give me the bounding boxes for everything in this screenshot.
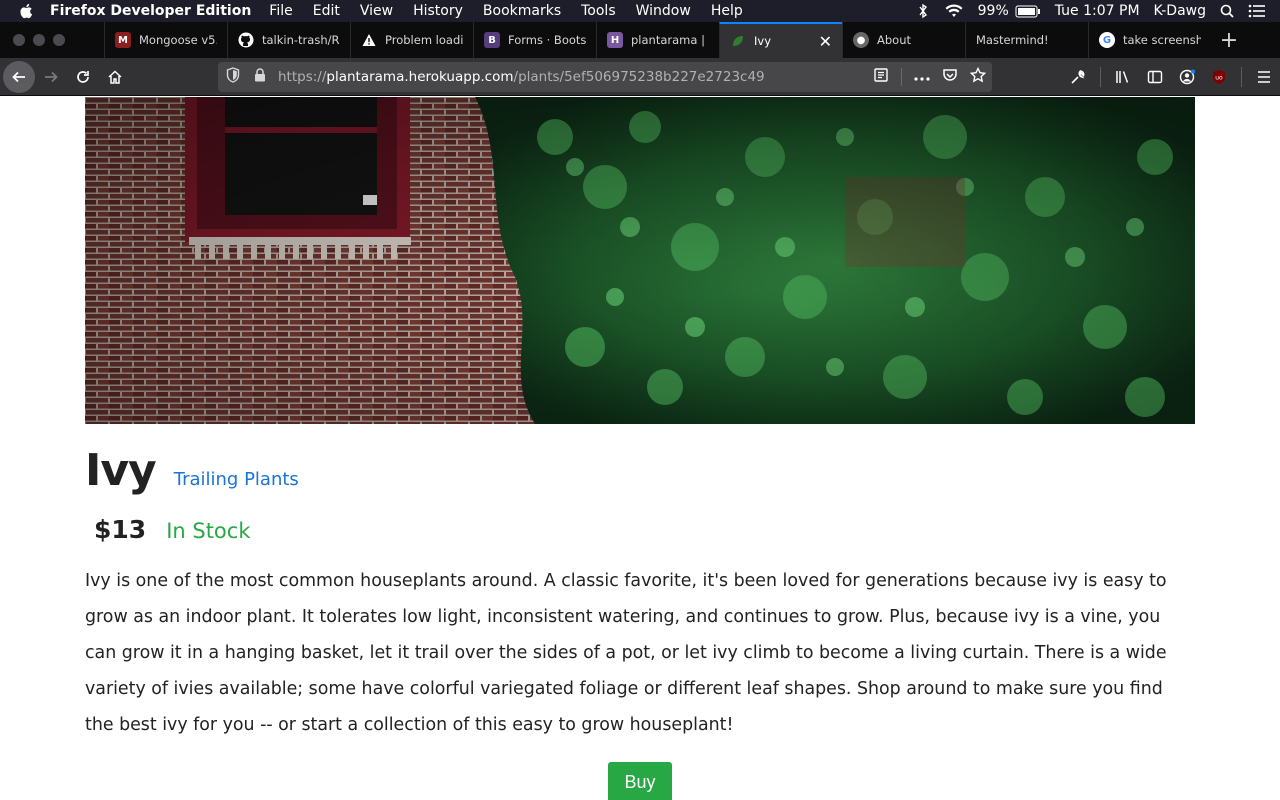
divider xyxy=(1100,67,1101,87)
window-controls xyxy=(0,22,104,58)
hamburger-menu-icon[interactable] xyxy=(1248,70,1280,84)
plant-price: $13 xyxy=(94,515,147,544)
wifi-icon[interactable] xyxy=(944,4,964,18)
bootstrap-icon: B xyxy=(484,32,500,48)
url-host: plantarama.herokuapp.com xyxy=(326,69,514,85)
tab-ivy[interactable]: Ivy ✕ xyxy=(719,22,842,58)
zoom-window-button[interactable] xyxy=(53,34,65,46)
battery-icon[interactable] xyxy=(1015,5,1041,18)
home-button[interactable] xyxy=(99,61,131,93)
menu-file[interactable]: File xyxy=(269,3,292,19)
minimize-window-button[interactable] xyxy=(33,34,45,46)
tab-github[interactable]: talkin-trash/RE xyxy=(227,22,350,58)
divider xyxy=(1241,67,1242,87)
developer-tools-wrench-icon[interactable] xyxy=(1062,69,1094,85)
mongoose-icon: M xyxy=(115,32,131,48)
raccoon-icon: ● xyxy=(853,32,869,48)
navigation-toolbar: https://plantarama.herokuapp.com/plants/… xyxy=(0,58,1280,96)
tab-label: Ivy xyxy=(754,34,772,48)
tracking-protection-shield-icon[interactable] xyxy=(226,67,244,87)
notification-center-icon[interactable] xyxy=(1248,4,1266,18)
price-row: $13 In Stock xyxy=(94,515,251,544)
menu-tools[interactable]: Tools xyxy=(581,3,616,19)
tab-bootstrap-forms[interactable]: B Forms · Bootstr xyxy=(473,22,596,58)
tab-label: Forms · Bootstr xyxy=(508,33,586,47)
plant-title-row: Ivy Trailing Plants xyxy=(85,445,299,496)
google-icon: G xyxy=(1099,32,1115,48)
divider xyxy=(901,68,902,86)
warning-icon xyxy=(361,32,377,48)
tab-heroku[interactable]: H plantarama | He xyxy=(596,22,719,58)
tab-google-search[interactable]: G take screensho xyxy=(1088,22,1211,58)
sidebar-toggle-icon[interactable] xyxy=(1139,69,1171,85)
buy-button[interactable]: Buy xyxy=(608,762,672,800)
tab-problem-loading[interactable]: Problem loadin xyxy=(350,22,473,58)
reader-view-icon[interactable] xyxy=(873,67,889,87)
leaf-icon xyxy=(730,33,746,49)
forward-button[interactable] xyxy=(35,61,67,93)
plant-description: Ivy is one of the most common houseplant… xyxy=(85,571,1167,735)
app-name-menu[interactable]: Firefox Developer Edition xyxy=(50,3,251,19)
menu-help[interactable]: Help xyxy=(711,3,743,19)
tab-mastermind[interactable]: Mastermind! xyxy=(965,22,1088,58)
lock-icon[interactable] xyxy=(254,68,268,86)
menu-view[interactable]: View xyxy=(360,3,393,19)
tab-mongoose[interactable]: M Mongoose v5.1 xyxy=(104,22,227,58)
reload-button[interactable] xyxy=(67,61,99,93)
heroku-icon: H xyxy=(607,32,623,48)
menu-window[interactable]: Window xyxy=(636,3,691,19)
url-scheme: https:// xyxy=(278,69,327,85)
ivy-brick-wall-image xyxy=(85,97,1195,424)
apple-icon[interactable] xyxy=(18,2,36,20)
stock-status: In Stock xyxy=(166,519,251,543)
close-tab-icon[interactable]: ✕ xyxy=(819,32,832,51)
tab-label: talkin-trash/RE xyxy=(262,33,340,47)
menu-edit[interactable]: Edit xyxy=(313,3,340,19)
back-button[interactable] xyxy=(3,60,35,93)
tab-label: take screensho xyxy=(1123,33,1201,47)
page-content: Ivy Trailing Plants $13 In Stock Ivy is … xyxy=(0,97,1280,800)
plant-hero-image xyxy=(85,97,1195,424)
clock[interactable]: Tue 1:07 PM xyxy=(1055,3,1140,19)
close-window-button[interactable] xyxy=(13,34,25,46)
ublock-origin-icon[interactable]: uo xyxy=(1203,69,1235,85)
url-text[interactable]: https://plantarama.herokuapp.com/plants/… xyxy=(278,69,765,85)
tab-strip: M Mongoose v5.1 talkin-trash/RE Problem … xyxy=(0,22,1280,58)
toolbar-right-actions: uo xyxy=(1062,58,1280,96)
user-name[interactable]: K-Dawg xyxy=(1154,3,1206,19)
tab-about[interactable]: ● About xyxy=(842,22,965,58)
account-icon[interactable] xyxy=(1171,69,1203,85)
url-bar[interactable]: https://plantarama.herokuapp.com/plants/… xyxy=(218,62,992,92)
url-path: /plants/5ef506975238b227e2723c49 xyxy=(513,69,765,85)
spotlight-search-icon[interactable] xyxy=(1220,4,1234,18)
macos-menu-bar: Firefox Developer Edition File Edit View… xyxy=(0,0,1280,22)
bookmark-star-icon[interactable] xyxy=(969,66,987,87)
tab-label: Mongoose v5.1 xyxy=(139,33,217,47)
battery-percent[interactable]: 99% xyxy=(978,3,1009,19)
tab-label: plantarama | He xyxy=(631,33,709,47)
menu-bookmarks[interactable]: Bookmarks xyxy=(483,3,561,19)
github-icon xyxy=(238,32,254,48)
page-actions-icon[interactable] xyxy=(914,69,930,85)
pocket-icon[interactable] xyxy=(942,67,958,87)
tab-label: About xyxy=(877,33,912,47)
plant-name: Ivy xyxy=(85,445,157,496)
menu-history[interactable]: History xyxy=(413,3,463,19)
bluetooth-icon[interactable] xyxy=(916,3,930,19)
tab-label: Mastermind! xyxy=(976,33,1049,47)
svg-text:uo: uo xyxy=(1215,75,1223,82)
plant-category-link[interactable]: Trailing Plants xyxy=(174,469,299,490)
library-icon[interactable] xyxy=(1107,69,1139,85)
tab-label: Problem loadin xyxy=(385,33,463,47)
new-tab-button[interactable]: + xyxy=(1211,22,1247,58)
